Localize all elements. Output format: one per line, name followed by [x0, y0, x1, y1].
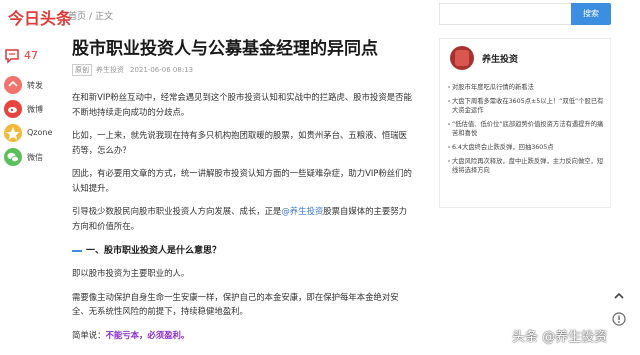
article: 股市职业投资人与公募基金经理的异同点 原创 养生投资 2021-06-06 08:1… — [72, 38, 412, 342]
article-meta: 原创 养生投资 2021-06-06 08:13 — [72, 64, 412, 78]
comment-icon — [5, 49, 19, 64]
paragraph: 在和新VIP粉丝互动中，经常会遇见到这个股市投资认知和实战中的拦路虎、股市投资是… — [72, 92, 412, 117]
breadcrumb-home[interactable]: 首页 — [68, 12, 86, 22]
section-heading: 一、股市职业投资人是什么意思？ — [72, 243, 412, 257]
share-weibo-label: 微博 — [27, 105, 43, 114]
sidebar-author-name[interactable]: 养生投资 — [482, 52, 518, 65]
site-logo[interactable]: 今日头条 — [8, 5, 72, 29]
share-weibo[interactable]: 微博 — [4, 100, 60, 120]
avatar[interactable] — [450, 46, 474, 70]
original-badge: 原创 — [72, 64, 92, 76]
weibo-icon — [4, 100, 22, 118]
arrow-up-icon — [614, 292, 624, 299]
paragraph-text: 简单说： — [72, 329, 106, 340]
wechat-icon — [4, 148, 22, 166]
search-button[interactable]: 搜索 — [571, 3, 611, 25]
article-datetime: 2021-06-06 08:13 — [130, 66, 194, 74]
comment-count: 47 — [24, 49, 38, 62]
comment-button[interactable]: 47 — [4, 48, 54, 64]
paragraph: 因此，有必要用文章的方式，统一讲解股市投资认知方面的一些疑难杂症，助力VIP粉丝… — [72, 168, 412, 193]
highlight-text: 不能亏本，必须盈利。 — [105, 329, 190, 340]
list-item[interactable]: 对股市年度吃瓜行情的新看法 — [448, 83, 608, 92]
breadcrumb-separator: / — [89, 12, 93, 22]
watermark: 头条 @养生投资 — [512, 330, 608, 345]
back-to-top-button[interactable] — [611, 288, 627, 304]
qzone-icon — [4, 124, 22, 142]
paragraph: 需要像主动保护自身生命一生安康一样，保护自己的本金安康，即在保护每年本金绝对安全… — [72, 291, 399, 317]
list-item[interactable]: 大盘下周看多需收在3605点±5以上！“双低”个股已有大资金运作 — [448, 97, 608, 115]
repost-icon — [4, 76, 22, 94]
paragraph-text: 引导极少数股民向股市职业投资人方向发展、成长，正是 — [72, 206, 282, 216]
related-articles-list: 对股市年度吃瓜行情的新看法 大盘下周看多需收在3605点±5以上！“双低”个股已… — [448, 83, 608, 180]
article-author[interactable]: 养生投资 — [96, 66, 124, 74]
share-qzone-label: Qzone — [27, 128, 53, 137]
author-sidebar: 养生投资 对股市年度吃瓜行情的新看法 大盘下周看多需收在3605点±5以上！“双… — [439, 38, 611, 208]
search-input[interactable] — [439, 3, 571, 25]
paragraph: 引导极少数股民向股市职业投资人方向发展、成长，正是@养生投资股票自媒体的主要努力… — [72, 204, 412, 233]
share-repost-label: 转发 — [27, 81, 43, 90]
breadcrumb: 首页 / 正文 — [68, 9, 113, 22]
share-wechat[interactable]: 微信 — [4, 148, 60, 168]
report-button[interactable] — [611, 311, 627, 327]
paragraph: 即以股市投资为主要职业的人。 — [72, 268, 190, 278]
paragraph: 简单说：不能亏本，必须盈利。 — [72, 328, 412, 343]
list-item[interactable]: 6.4大盘终会止跌反弹，回抽3605点 — [448, 143, 608, 152]
section-heading-text: 一、股市职业投资人是什么意思？ — [86, 246, 222, 256]
share-wechat-label: 微信 — [27, 153, 43, 162]
list-item[interactable]: 大盘风险再次释放，盘中止跌反弹，主力反向做空，短线将选择方向 — [448, 157, 608, 175]
share-repost[interactable]: 转发 — [4, 76, 60, 96]
top-bar: 今日头条 首页 / 正文 搜索 — [0, 0, 640, 30]
author-mention-link[interactable]: @养生投资 — [281, 206, 323, 216]
share-qzone[interactable]: Qzone — [4, 124, 60, 144]
article-title: 股市职业投资人与公募基金经理的异同点 — [72, 39, 378, 59]
sidebar-author[interactable]: 养生投资 — [450, 46, 610, 70]
breadcrumb-current: 正文 — [95, 12, 114, 22]
paragraph: 比如，一上来，就先说我现在持有多只机构抱团取暖的股票，如贵州茅台、五粮液、恒瑞医… — [72, 130, 407, 155]
list-item[interactable]: “低估值、低价位”底部趋势价值投资方法有遇提升的痛苦和喜悦 — [448, 120, 608, 138]
heading-bar — [72, 249, 82, 252]
warning-icon — [612, 312, 626, 326]
